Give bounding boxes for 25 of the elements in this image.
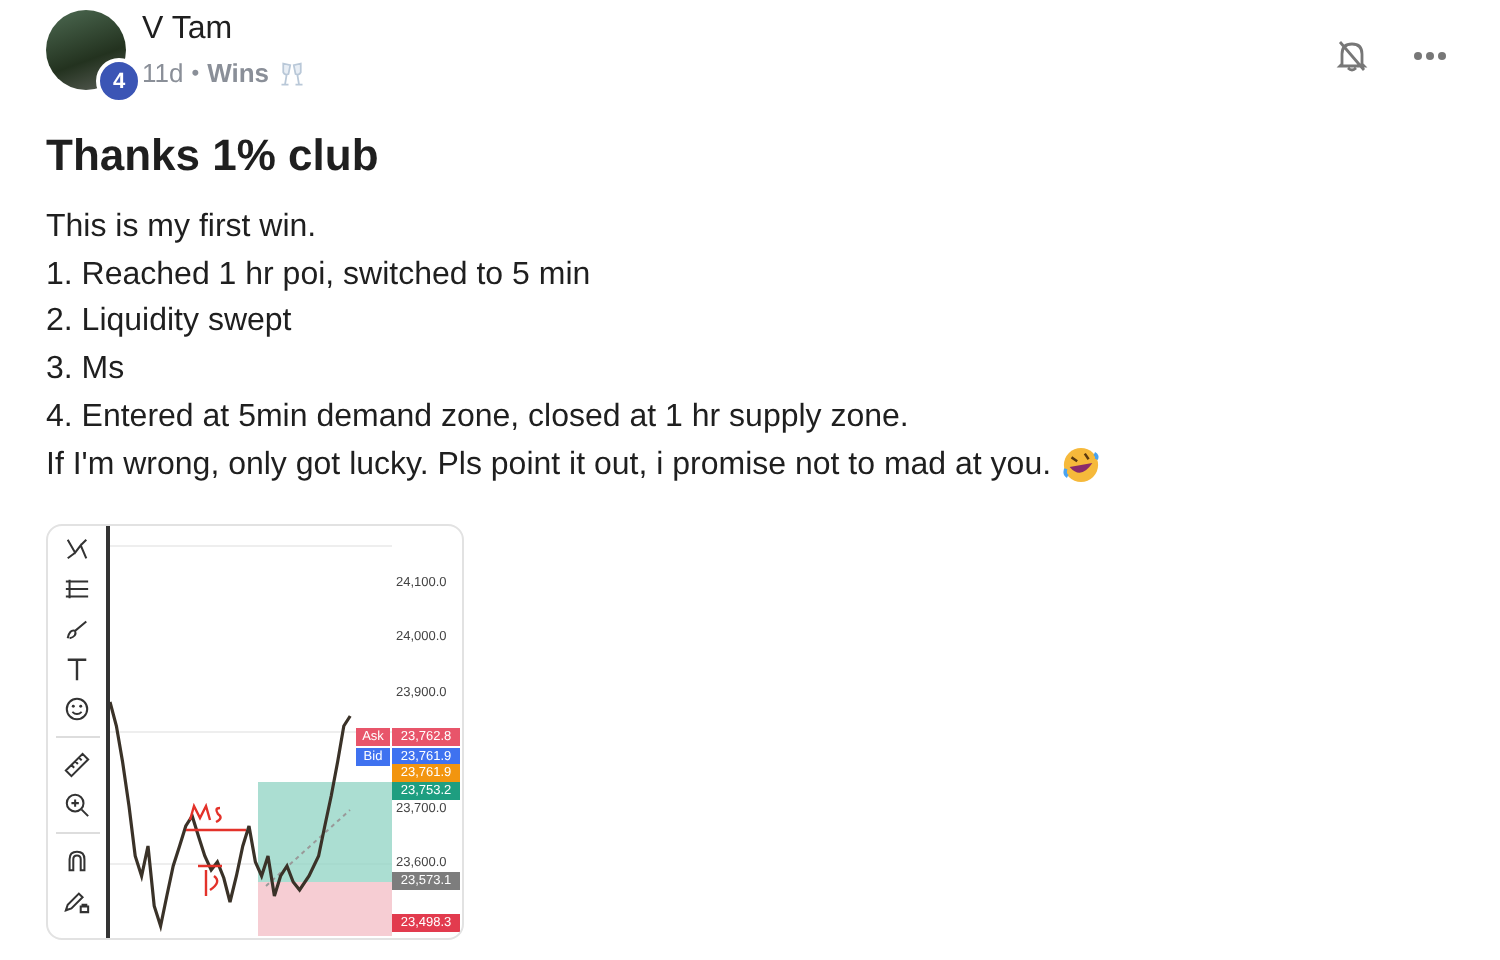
level-badge: 4 bbox=[96, 58, 142, 104]
post-text-line: 3. Ms bbox=[46, 350, 127, 391]
post-title: Thanks 1% club bbox=[46, 128, 381, 184]
post-text-line: 2. Liquidity swept bbox=[46, 302, 294, 343]
author-name[interactable]: V Tam bbox=[142, 12, 306, 48]
ruler-icon[interactable] bbox=[64, 752, 90, 779]
handwritten-annotation-drawing bbox=[186, 805, 246, 898]
avatar[interactable] bbox=[46, 10, 126, 90]
post-text-line: 1. Reached 1 hr poi, switched to 5 min bbox=[46, 255, 593, 296]
magnet-icon[interactable] bbox=[64, 848, 90, 875]
lines-tool-icon[interactable] bbox=[64, 576, 90, 603]
post-time: 11d bbox=[142, 58, 184, 88]
post-text-line: This is my first win. bbox=[46, 208, 319, 248]
smiley-icon[interactable] bbox=[64, 696, 90, 723]
post-text-line: 4. Entered at 5min demand zone, closed at 1 hr supply zone. bbox=[46, 397, 911, 438]
post-text-line: If I'm wrong, only got lucky. Pls point it out, i promise not to mad at you. bbox=[46, 445, 1052, 486]
clinking-glasses-icon bbox=[277, 59, 306, 87]
brush-tool-icon[interactable] bbox=[64, 616, 90, 643]
zoom-in-icon[interactable] bbox=[64, 792, 90, 819]
separator-dot: • bbox=[191, 61, 200, 85]
muted-bell-icon[interactable] bbox=[1332, 36, 1372, 76]
lock-pencil-icon[interactable] bbox=[64, 888, 90, 915]
text-tool-icon[interactable] bbox=[64, 656, 90, 683]
more-options-icon[interactable] bbox=[1412, 50, 1448, 62]
laughing-face-icon bbox=[1061, 445, 1100, 484]
